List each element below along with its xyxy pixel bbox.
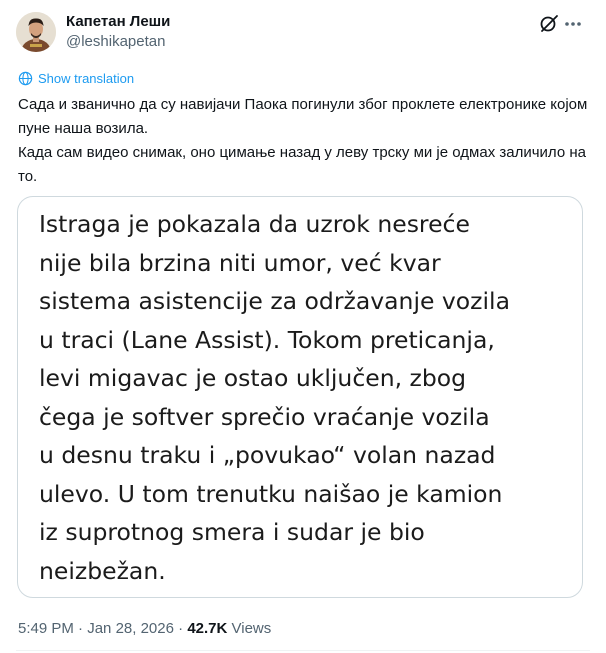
more-icon[interactable] xyxy=(562,12,584,34)
media-text-line: neizbežan. xyxy=(39,556,166,585)
media-text-line: nije bila brzina niti umor, već kvar xyxy=(39,248,441,277)
grok-icon[interactable] xyxy=(538,12,560,34)
divider xyxy=(16,650,590,651)
person-avatar-icon xyxy=(16,12,56,52)
media-text-line: iz suprotnog smera i sudar je bio xyxy=(39,518,425,546)
translate-icon xyxy=(18,71,33,85)
timestamp-date[interactable]: Jan 28, 2026 xyxy=(87,620,174,637)
tweet-paragraph: Када сам видео снимак, оно цимање назад … xyxy=(18,144,586,185)
tweet-paragraph: Сада и званично да су навијачи Паока пог… xyxy=(18,96,588,137)
show-translation-link[interactable]: Show translation xyxy=(18,69,134,87)
views-label: Views xyxy=(227,620,272,637)
media-text-line: Istraga je pokazala da uzrok nesreće xyxy=(39,210,470,238)
media-text-line: sistema asistencije za održavanje vozila xyxy=(39,287,510,315)
media-image-text: Istraga je pokazala da uzrok nesreće nij… xyxy=(39,205,579,590)
media-text-line: u desnu traku i „povukao“ volan nazad xyxy=(39,441,496,469)
avatar[interactable] xyxy=(16,12,56,52)
timestamp-time[interactable]: 5:49 PM xyxy=(18,620,74,637)
tweet: Капетан Леши @leshikapetan Show translat… xyxy=(0,0,606,653)
show-translation-label: Show translation xyxy=(38,70,135,86)
author-name[interactable]: Капетан Леши xyxy=(66,13,170,31)
media-text-line: levi migavac je ostao uključen, zbog xyxy=(39,364,467,392)
tweet-text: Сада и званично да су навијачи Паока пог… xyxy=(18,93,588,189)
media-text-line: čega je softver sprečio vraćanje vozila xyxy=(39,402,490,431)
author-handle[interactable]: @leshikapetan xyxy=(66,33,165,51)
tweet-meta: 5:49 PM · Jan 28, 2026 · 42.7K Views xyxy=(18,619,271,639)
media-image[interactable]: Istraga je pokazala da uzrok nesreće nij… xyxy=(17,196,583,598)
views-count[interactable]: 42.7K xyxy=(187,620,227,637)
media-text-line: ulevo. U tom trenutku naišao je kamion xyxy=(39,479,503,508)
meta-separator: · xyxy=(173,620,188,637)
meta-separator: · xyxy=(73,620,88,637)
media-text-line: u traci (Lane Assist). Tokom preticanja, xyxy=(39,325,495,354)
